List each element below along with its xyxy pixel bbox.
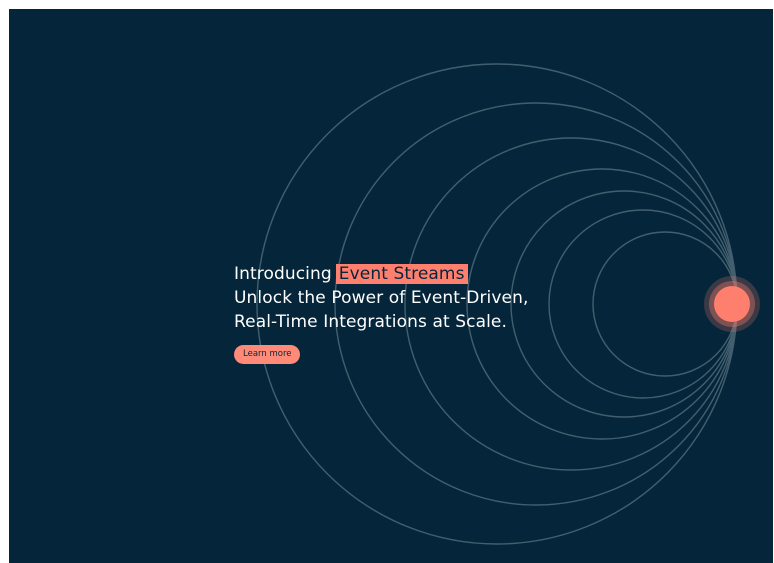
hero-line-2: Unlock the Power of Event-Driven,	[234, 288, 529, 308]
intro-text: Introducing	[234, 264, 332, 284]
glowing-dot-icon	[704, 276, 760, 332]
hero-heading: Introducing Event Streams Unlock the Powe…	[234, 262, 594, 334]
event-streams-highlight: Event Streams	[335, 264, 468, 284]
hero-line-3: Real-Time Integrations at Scale.	[234, 312, 507, 332]
hero-banner: Introducing Event Streams Unlock the Powe…	[9, 9, 773, 563]
hero-line-1: Introducing Event Streams	[234, 262, 594, 286]
learn-more-button[interactable]: Learn more	[234, 345, 301, 364]
